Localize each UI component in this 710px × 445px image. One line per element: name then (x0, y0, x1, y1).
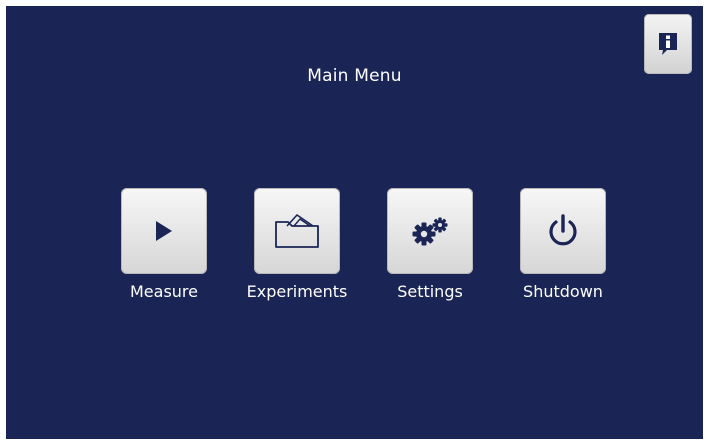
gears-icon (412, 217, 448, 246)
measure-button[interactable] (121, 188, 207, 274)
main-menu-screen: Main Menu Measure Experiments Settings S… (6, 6, 703, 439)
measure-label[interactable]: Measure (94, 282, 234, 301)
shutdown-label[interactable]: Shutdown (493, 282, 633, 301)
power-icon (549, 214, 577, 246)
info-icon (659, 33, 677, 55)
experiments-label[interactable]: Experiments (227, 282, 367, 301)
shutdown-button[interactable] (520, 188, 606, 274)
settings-label[interactable]: Settings (360, 282, 500, 301)
info-button[interactable] (644, 14, 692, 74)
page-title: Main Menu (307, 66, 402, 86)
play-icon (156, 221, 172, 241)
folder-icon (275, 214, 319, 248)
settings-button[interactable] (387, 188, 473, 274)
experiments-button[interactable] (254, 188, 340, 274)
